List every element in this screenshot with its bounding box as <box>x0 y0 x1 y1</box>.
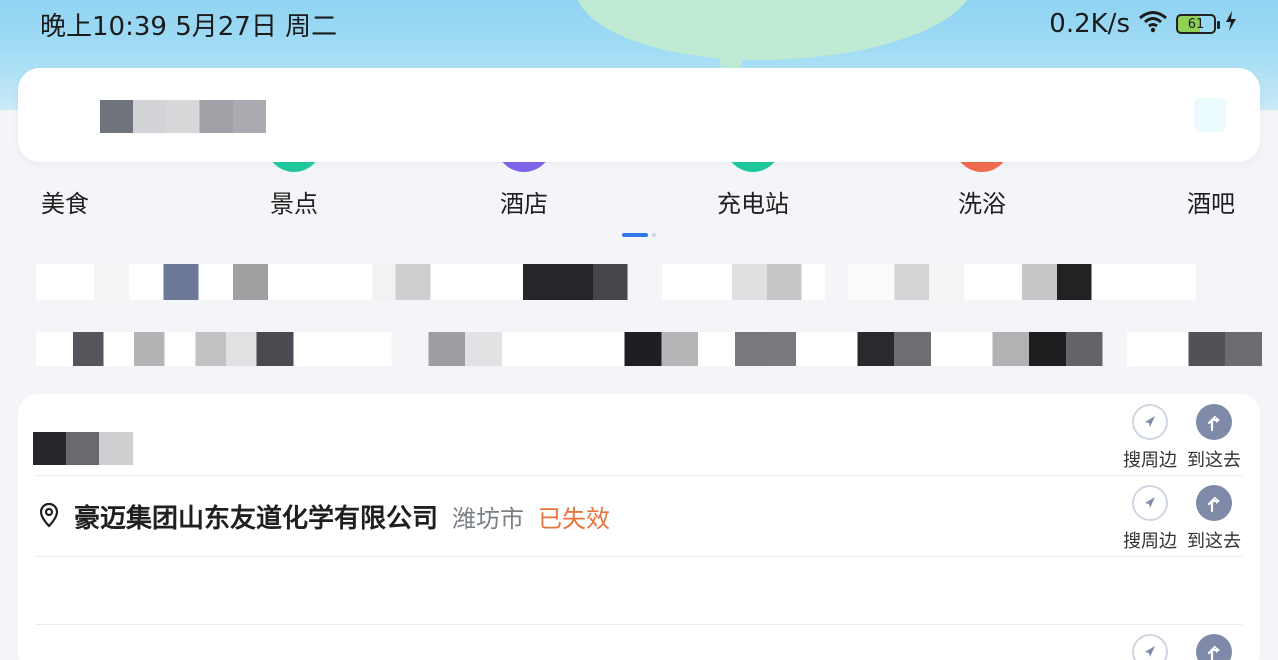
category-label: 美食 <box>41 190 89 218</box>
charging-icon <box>1224 9 1238 39</box>
place-city: 潍坊市 <box>452 505 525 533</box>
row-divider <box>36 624 1242 625</box>
go-here-button[interactable]: 到这去 <box>1184 404 1244 472</box>
search-nearby-button[interactable]: 搜周边 <box>1120 485 1180 553</box>
search-nearby-button[interactable]: 搜周边 <box>1120 404 1180 472</box>
route-icon <box>1196 404 1232 440</box>
category-row: 美食 景点 酒店 充电站 洗浴 酒吧 <box>0 116 1278 230</box>
compass-icon <box>1132 634 1168 660</box>
page-indicator <box>652 233 656 237</box>
redacted-chip-row-2 <box>36 332 1262 366</box>
redacted-chip-row-1 <box>36 264 1196 300</box>
location-pin-icon <box>36 502 62 532</box>
route-icon <box>1196 634 1232 660</box>
row-divider <box>36 475 1242 476</box>
search-right-icon[interactable] <box>1194 98 1226 132</box>
category-label: 酒吧 <box>1187 190 1235 218</box>
redacted-title <box>33 432 133 465</box>
search-nearby-label: 搜周边 <box>1123 531 1177 552</box>
status-indicators: 0.2K/s 61 <box>1049 9 1238 40</box>
go-here-button[interactable]: 到这去 <box>1184 485 1244 553</box>
place-info: 豪迈集团山东友道化学有限公司 潍坊市 已失效 <box>36 498 610 535</box>
category-label: 充电站 <box>717 190 789 218</box>
place-name: 豪迈集团山东友道化学有限公司 <box>74 504 439 534</box>
category-label: 酒店 <box>500 190 548 218</box>
wifi-icon <box>1138 9 1168 40</box>
row-divider <box>36 556 1242 557</box>
compass-icon <box>1132 404 1168 440</box>
place-status-badge: 已失效 <box>538 505 611 533</box>
status-bar: 晚上10:39 5月27日 周二 0.2K/s 61 <box>0 0 1278 48</box>
redacted-search-text <box>100 100 266 133</box>
route-icon <box>1196 485 1232 521</box>
search-nearby-button[interactable] <box>1120 634 1180 660</box>
battery-level: 61 <box>1187 16 1205 32</box>
status-time: 晚上10:39 5月27日 周二 <box>40 11 338 42</box>
battery-icon: 61 <box>1176 14 1220 34</box>
network-speed: 0.2K/s <box>1049 9 1130 39</box>
category-label: 洗浴 <box>958 190 1006 218</box>
go-here-button[interactable] <box>1184 634 1244 660</box>
search-nearby-label: 搜周边 <box>1123 450 1177 471</box>
category-label: 景点 <box>270 190 318 218</box>
page-indicator-active <box>622 233 648 237</box>
compass-icon <box>1132 485 1168 521</box>
search-bar-overlay <box>18 68 1260 162</box>
go-here-label: 到这去 <box>1187 531 1241 552</box>
go-here-label: 到这去 <box>1187 450 1241 471</box>
